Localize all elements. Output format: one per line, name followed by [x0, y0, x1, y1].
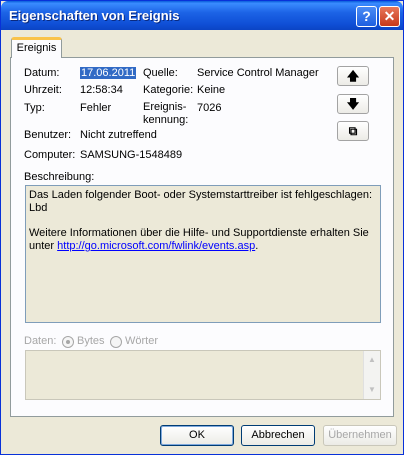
benutzer-label: Benutzer:	[24, 129, 72, 141]
description-line: unter http://go.microsoft.com/fwlink/eve…	[29, 240, 377, 253]
datum-value[interactable]: 17.06.2011	[80, 67, 137, 79]
window-title: Eigenschaften von Ereignis	[9, 8, 180, 23]
description-box[interactable]: Das Laden folgender Boot- oder Systemsta…	[25, 185, 381, 323]
scroll-down-icon[interactable]: ▼	[366, 384, 378, 396]
down-arrow-icon: 🡇	[346, 97, 360, 111]
title-bar[interactable]: Eigenschaften von Ereignis ? ✕	[1, 1, 403, 30]
benutzer-value: Nicht zutreffend	[80, 129, 157, 141]
up-arrow-icon: 🡅	[346, 69, 360, 83]
ereigniskennung-value: 7026	[197, 102, 222, 114]
tab-ereignis[interactable]: Ereignis	[11, 37, 62, 58]
previous-event-button[interactable]: 🡅	[337, 66, 369, 86]
help-button[interactable]: ?	[356, 6, 377, 27]
ok-button[interactable]: OK	[160, 425, 234, 446]
data-scrollbar[interactable]: ▲ ▼	[363, 351, 380, 399]
typ-value: Fehler	[80, 102, 112, 114]
next-event-button[interactable]: 🡇	[337, 94, 369, 114]
copy-button[interactable]: ⧉	[337, 121, 369, 141]
quelle-label: Quelle:	[143, 67, 178, 79]
woerter-radio-label: Wörter	[125, 335, 158, 347]
apply-button[interactable]: Übernehmen	[323, 425, 397, 446]
description-line: Lbd	[29, 202, 48, 214]
datum-label: Datum:	[24, 67, 60, 79]
ereigniskennung-label: Ereignis-kennung:	[143, 101, 189, 126]
scroll-up-icon[interactable]: ▲	[366, 354, 378, 366]
cancel-button[interactable]: Abbrechen	[241, 425, 315, 446]
copy-icon: ⧉	[348, 124, 358, 138]
kategorie-value: Keine	[197, 84, 226, 96]
computer-label: Computer:	[24, 149, 76, 161]
help-link[interactable]: http://go.microsoft.com/fwlink/events.as…	[57, 240, 255, 252]
description-text: unter	[29, 240, 58, 252]
kategorie-label: Kategorie:	[143, 84, 194, 96]
data-box[interactable]: ▲ ▼	[25, 350, 381, 400]
quelle-value: Service Control Manager	[197, 67, 319, 79]
computer-value: SAMSUNG-1548489	[80, 149, 183, 161]
uhrzeit-value: 12:58:34	[80, 84, 123, 96]
description-line: Weitere Informationen über die Hilfe- un…	[29, 227, 369, 239]
close-button[interactable]: ✕	[379, 6, 400, 27]
bytes-radio-label: Bytes	[77, 335, 105, 347]
description-label: Beschreibung:	[24, 171, 95, 183]
bytes-radio[interactable]	[62, 336, 74, 348]
event-properties-window: Eigenschaften von Ereignis ? ✕ Ereignis …	[0, 0, 404, 455]
uhrzeit-label: Uhrzeit:	[24, 84, 62, 96]
typ-label: Typ:	[24, 102, 45, 114]
daten-label: Daten:	[24, 335, 57, 347]
description-line: Das Laden folgender Boot- oder Systemsta…	[29, 189, 373, 201]
woerter-radio[interactable]	[110, 336, 122, 348]
description-text: .	[255, 240, 259, 252]
